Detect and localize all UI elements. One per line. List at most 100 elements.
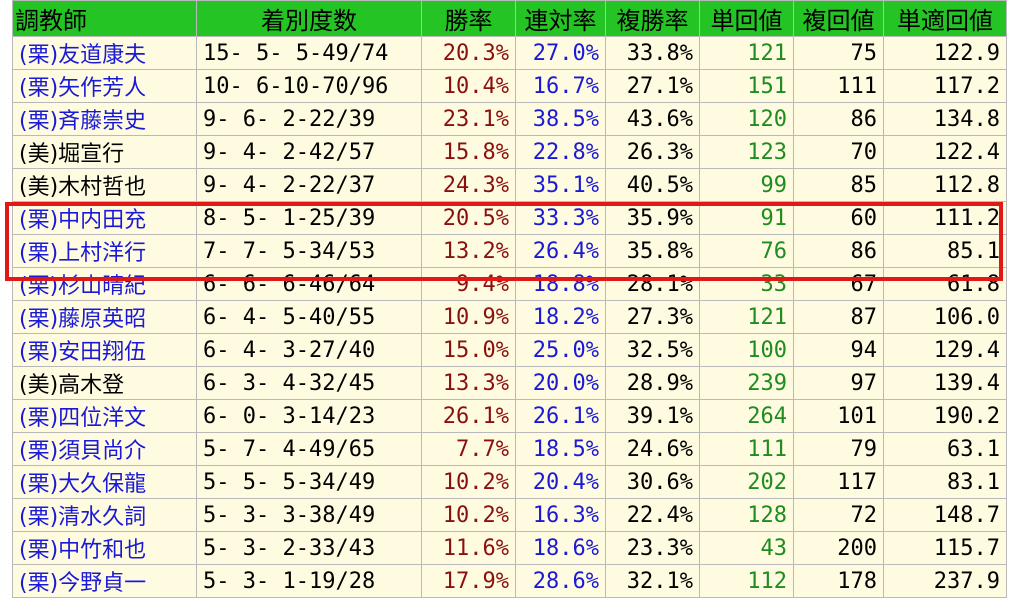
trainer-cell: (栗)四位洋文 bbox=[12, 399, 197, 433]
quinella-rate-cell: 18.6% bbox=[515, 531, 606, 565]
trainer-cell: (美)堀宣行 bbox=[12, 135, 197, 169]
trainer-cell: (栗)上村洋行 bbox=[12, 234, 197, 268]
place-rate-cell: 33.8% bbox=[605, 36, 700, 70]
trainer-cell: (栗)須貝尚介 bbox=[12, 432, 197, 466]
place-return-cell: 94 bbox=[793, 333, 884, 367]
win-rate-cell: 15.0% bbox=[421, 333, 516, 367]
win-adjusted-cell: 83.1 bbox=[883, 465, 1007, 499]
trainer-cell: (栗)中竹和也 bbox=[12, 531, 197, 565]
table-row: (栗)上村洋行 7- 7- 5-34/53 13.2% 26.4% 35.8% 76 86 8… bbox=[12, 234, 1007, 268]
trainer-cell: (栗)大久保龍 bbox=[12, 465, 197, 499]
header-trainer: 調教師 bbox=[12, 0, 197, 37]
win-adjusted-cell: 190.2 bbox=[883, 399, 1007, 433]
header-win-rate: 勝率 bbox=[421, 0, 516, 37]
record-cell: 6- 3- 4-32/45 bbox=[196, 366, 422, 400]
win-rate-cell: 11.6% bbox=[421, 531, 516, 565]
place-rate-cell: 32.5% bbox=[605, 333, 700, 367]
record-cell: 6- 0- 3-14/23 bbox=[196, 399, 422, 433]
win-rate-cell: 26.1% bbox=[421, 399, 516, 433]
quinella-rate-cell: 18.8% bbox=[515, 267, 606, 301]
win-return-cell: 111 bbox=[699, 432, 794, 466]
place-return-cell: 111 bbox=[793, 69, 884, 103]
win-rate-cell: 15.8% bbox=[421, 135, 516, 169]
place-rate-cell: 27.1% bbox=[605, 69, 700, 103]
table-row: (栗)斉藤崇史 9- 6- 2-22/39 23.1% 38.5% 43.6% 120 86… bbox=[12, 102, 1007, 136]
record-cell: 5- 3- 2-33/43 bbox=[196, 531, 422, 565]
win-return-cell: 120 bbox=[699, 102, 794, 136]
win-adjusted-cell: 111.2 bbox=[883, 201, 1007, 235]
trainer-cell: (栗)清水久詞 bbox=[12, 498, 197, 532]
quinella-rate-cell: 35.1% bbox=[515, 168, 606, 202]
header-quinella-rate: 連対率 bbox=[515, 0, 606, 37]
win-rate-cell: 10.9% bbox=[421, 300, 516, 334]
table-row: (栗)藤原英昭 6- 4- 5-40/55 10.9% 18.2% 27.3% 121 87… bbox=[12, 300, 1007, 334]
quinella-rate-cell: 28.6% bbox=[515, 564, 606, 598]
quinella-rate-cell: 20.0% bbox=[515, 366, 606, 400]
place-return-cell: 60 bbox=[793, 201, 884, 235]
place-rate-cell: 27.3% bbox=[605, 300, 700, 334]
win-rate-cell: 13.2% bbox=[421, 234, 516, 268]
trainer-cell: (栗)斉藤崇史 bbox=[12, 102, 197, 136]
win-return-cell: 121 bbox=[699, 36, 794, 70]
quinella-rate-cell: 18.5% bbox=[515, 432, 606, 466]
win-adjusted-cell: 134.8 bbox=[883, 102, 1007, 136]
place-return-cell: 75 bbox=[793, 36, 884, 70]
quinella-rate-cell: 27.0% bbox=[515, 36, 606, 70]
table-row: (栗)中内田充 8- 5- 1-25/39 20.5% 33.3% 35.9% 91 60 1… bbox=[12, 201, 1007, 235]
record-cell: 6- 4- 3-27/40 bbox=[196, 333, 422, 367]
quinella-rate-cell: 25.0% bbox=[515, 333, 606, 367]
header-win-adjusted: 単適回値 bbox=[883, 0, 1007, 37]
win-rate-cell: 23.1% bbox=[421, 102, 516, 136]
table-row: (栗)安田翔伍 6- 4- 3-27/40 15.0% 25.0% 32.5% 100 94… bbox=[12, 333, 1007, 367]
win-return-cell: 151 bbox=[699, 69, 794, 103]
record-cell: 10- 6-10-70/96 bbox=[196, 69, 422, 103]
win-rate-cell: 9.4% bbox=[421, 267, 516, 301]
table-row: (美)堀宣行 9- 4- 2-42/57 15.8% 22.8% 26.3% 123 70 1… bbox=[12, 135, 1007, 169]
table-body: (栗)友道康夫 15- 5- 5-49/74 20.3% 27.0% 33.8% 121 7… bbox=[12, 36, 1007, 598]
trainer-cell: (美)高木登 bbox=[12, 366, 197, 400]
trainer-cell: (美)木村哲也 bbox=[12, 168, 197, 202]
record-cell: 5- 7- 4-49/65 bbox=[196, 432, 422, 466]
table-row: (栗)友道康夫 15- 5- 5-49/74 20.3% 27.0% 33.8% 121 7… bbox=[12, 36, 1007, 70]
win-return-cell: 91 bbox=[699, 201, 794, 235]
place-return-cell: 79 bbox=[793, 432, 884, 466]
record-cell: 5- 3- 1-19/28 bbox=[196, 564, 422, 598]
quinella-rate-cell: 20.4% bbox=[515, 465, 606, 499]
trainer-cell: (栗)藤原英昭 bbox=[12, 300, 197, 334]
win-return-cell: 76 bbox=[699, 234, 794, 268]
place-rate-cell: 28.1% bbox=[605, 267, 700, 301]
win-return-cell: 239 bbox=[699, 366, 794, 400]
table-row: (美)高木登 6- 3- 4-32/45 13.3% 20.0% 28.9% 239 97 1… bbox=[12, 366, 1007, 400]
place-return-cell: 86 bbox=[793, 102, 884, 136]
table-row: (栗)須貝尚介 5- 7- 4-49/65 7.7% 18.5% 24.6% 111 79 6… bbox=[12, 432, 1007, 466]
trainer-cell: (栗)矢作芳人 bbox=[12, 69, 197, 103]
record-cell: 9- 4- 2-42/57 bbox=[196, 135, 422, 169]
quinella-rate-cell: 16.7% bbox=[515, 69, 606, 103]
place-rate-cell: 39.1% bbox=[605, 399, 700, 433]
win-adjusted-cell: 237.9 bbox=[883, 564, 1007, 598]
place-return-cell: 85 bbox=[793, 168, 884, 202]
win-rate-cell: 20.3% bbox=[421, 36, 516, 70]
win-adjusted-cell: 106.0 bbox=[883, 300, 1007, 334]
quinella-rate-cell: 26.1% bbox=[515, 399, 606, 433]
place-return-cell: 67 bbox=[793, 267, 884, 301]
win-adjusted-cell: 63.1 bbox=[883, 432, 1007, 466]
record-cell: 9- 6- 2-22/39 bbox=[196, 102, 422, 136]
win-rate-cell: 10.2% bbox=[421, 498, 516, 532]
quinella-rate-cell: 16.3% bbox=[515, 498, 606, 532]
place-rate-cell: 43.6% bbox=[605, 102, 700, 136]
header-row: 調教師 着別度数 勝率 連対率 複勝率 単回値 複回値 単適回値 bbox=[12, 0, 1007, 37]
win-adjusted-cell: 122.4 bbox=[883, 135, 1007, 169]
win-return-cell: 128 bbox=[699, 498, 794, 532]
table-row: (栗)杉山晴紀 6- 6- 6-46/64 9.4% 18.8% 28.1% 33 67 61… bbox=[12, 267, 1007, 301]
trainer-cell: (栗)中内田充 bbox=[12, 201, 197, 235]
place-rate-cell: 32.1% bbox=[605, 564, 700, 598]
win-adjusted-cell: 112.8 bbox=[883, 168, 1007, 202]
table-row: (栗)大久保龍 5- 5- 5-34/49 10.2% 20.4% 30.6% 202 11… bbox=[12, 465, 1007, 499]
trainer-cell: (栗)今野貞一 bbox=[12, 564, 197, 598]
win-rate-cell: 24.3% bbox=[421, 168, 516, 202]
record-cell: 5- 5- 5-34/49 bbox=[196, 465, 422, 499]
win-return-cell: 121 bbox=[699, 300, 794, 334]
record-cell: 15- 5- 5-49/74 bbox=[196, 36, 422, 70]
quinella-rate-cell: 22.8% bbox=[515, 135, 606, 169]
